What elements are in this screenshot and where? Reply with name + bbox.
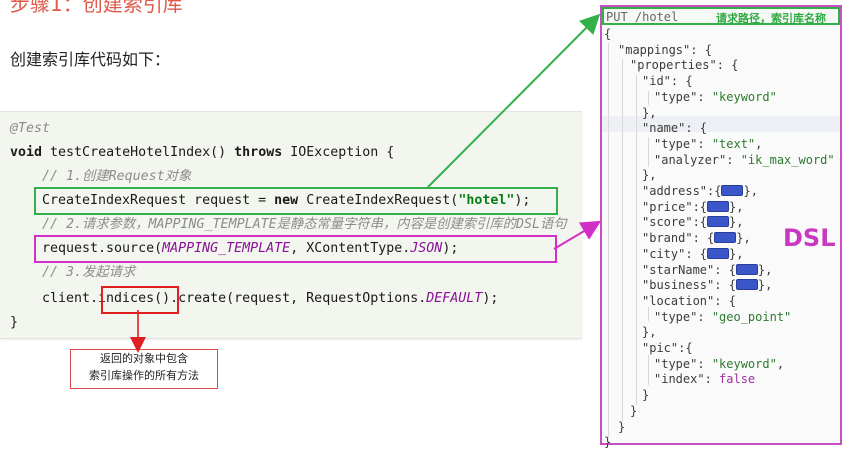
dsl-line: "type": "keyword"	[654, 89, 777, 104]
dsl-line: },	[642, 168, 657, 183]
dsl-line: "starName": {},	[642, 262, 773, 277]
collapsed-block-icon[interactable]	[721, 185, 744, 196]
dsl-line: }	[604, 435, 612, 450]
indent-guide	[648, 355, 649, 385]
dsl-line: }	[618, 419, 626, 434]
dsl-url-label: 请求路径，索引库名称	[716, 12, 826, 25]
dsl-highlight-row	[602, 116, 840, 132]
dsl-line: "price":{},	[642, 199, 744, 214]
indent-guide	[648, 91, 649, 105]
collapsed-block-icon[interactable]	[714, 232, 737, 244]
dsl-line: "properties": {	[630, 58, 739, 73]
code-comment-2: // 2.请求参数，MAPPING_TEMPLATE是静态常量字符串，内容是创建…	[42, 217, 567, 232]
intro-text: 创建索引库代码如下：	[10, 50, 171, 69]
note-line-1: 返回的对象中包含	[100, 352, 188, 365]
dsl-line: }	[642, 388, 650, 403]
collapsed-block-icon[interactable]	[707, 247, 730, 259]
dsl-line: "index": false	[654, 372, 756, 387]
dsl-line: }	[630, 403, 638, 418]
highlight-create-request	[34, 187, 558, 215]
dsl-line: "type": "text",	[654, 136, 763, 151]
highlight-request-source	[34, 235, 557, 263]
note-box: 返回的对象中包含 索引库操作的所有方法	[70, 349, 218, 389]
dsl-url-header: PUT /hotel 请求路径，索引库名称	[602, 7, 840, 25]
dsl-line: "score":{},	[642, 215, 744, 230]
indent-guide	[648, 307, 649, 321]
dsl-line: "mappings": {	[618, 42, 712, 57]
code-annotation: @Test	[10, 121, 51, 136]
dsl-line: "location": {	[642, 293, 736, 308]
note-line-2: 索引库操作的所有方法	[89, 369, 199, 382]
collapsed-block-icon[interactable]	[735, 263, 758, 275]
indent-guide	[622, 59, 623, 421]
dsl-line: "city": {},	[642, 246, 744, 261]
code-closing-brace: }	[10, 315, 19, 330]
code-comment-3: // 3.发起请求	[42, 265, 136, 280]
dsl-line: "name": {	[642, 121, 708, 136]
page-title: 步骤1：创建索引库	[10, 0, 183, 16]
dsl-line: },	[642, 325, 657, 340]
collapsed-block-icon[interactable]	[707, 216, 730, 228]
collapsed-block-icon[interactable]	[735, 279, 758, 291]
dsl-line: "pic":{	[642, 341, 693, 355]
dsl-line: "brand": {},	[642, 231, 751, 246]
dsl-tag: DSL	[783, 224, 836, 252]
dsl-line: },	[642, 105, 657, 120]
code-comment-1: // 1.创建Request对象	[42, 169, 192, 184]
indent-guide	[648, 137, 649, 167]
dsl-line: "id": {	[642, 74, 693, 89]
dsl-line: "type": "keyword",	[654, 356, 785, 371]
dsl-line: "business": {},	[642, 278, 773, 293]
collapsed-block-icon[interactable]	[707, 200, 730, 212]
dsl-url: PUT /hotel	[606, 10, 679, 24]
highlight-indices	[101, 286, 179, 314]
dsl-line: "address":{},	[642, 184, 758, 198]
dsl-line: "type": "geo_point"	[654, 309, 792, 324]
dsl-line: "analyzer": "ik_max_word"	[654, 152, 835, 167]
indent-guide	[636, 75, 637, 405]
indent-guide	[608, 43, 609, 438]
code-method-signature: void testCreateHotelIndex() throws IOExc…	[10, 145, 395, 160]
dsl-line: {	[604, 27, 612, 41]
